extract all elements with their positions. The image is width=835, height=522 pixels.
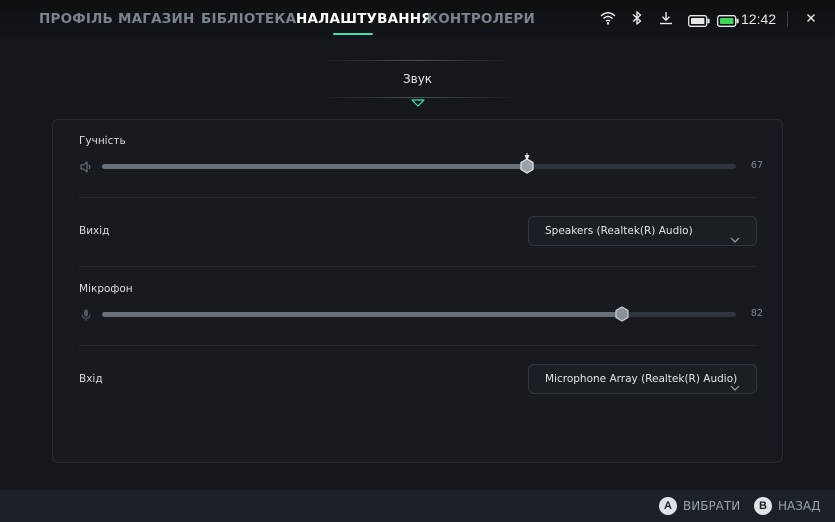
bottom-hint-bar: A ВИБРАТИ B НАЗАД [0,490,835,522]
volume-value: 67 [750,160,763,171]
tab-controllers[interactable]: КОНТРОЛЕРИ [427,11,535,27]
subtab-divider-top [318,60,518,61]
volume-slider[interactable] [102,153,736,174]
clock: 12:42 [741,11,777,27]
input-device-dropdown[interactable]: Microphone Array (Realtek(R) Audio) [528,364,757,394]
sound-settings-panel: Гучність 67 Вихід Speakers (Realtek(R) A… [52,119,783,463]
wifi-icon[interactable] [600,10,616,30]
volume-slider-fill [102,164,527,169]
tab-settings[interactable]: НАЛАШТУВАННЯ [296,11,432,27]
battery-charging-icon [717,12,739,31]
subtab-sound[interactable]: Звук [0,72,835,86]
divider [79,345,757,346]
battery-icon [688,12,710,31]
volume-label: Гучність [79,135,126,147]
subtab-active-marker-icon [411,92,425,111]
speaker-icon [79,159,93,178]
microphone-value: 82 [750,308,763,319]
close-icon[interactable] [803,10,819,30]
tab-profile[interactable]: ПРОФІЛЬ [39,11,113,27]
chevron-down-icon [730,228,740,247]
a-button-icon: A [659,497,677,515]
volume-slider-thumb[interactable] [519,158,535,174]
download-icon[interactable] [658,10,674,30]
output-device-dropdown[interactable]: Speakers (Realtek(R) Audio) [528,216,757,246]
top-bar: ПРОФІЛЬ МАГАЗИН БІБЛІОТЕКА НАЛАШТУВАННЯ … [0,0,835,38]
output-device-selected: Speakers (Realtek(R) Audio) [545,225,693,237]
b-button-icon: B [754,497,772,515]
back-hint[interactable]: B НАЗАД [754,497,824,515]
divider [787,11,788,27]
microphone-slider-thumb[interactable] [614,306,630,322]
input-label: Вхід [79,373,103,385]
output-label: Вихід [79,225,110,237]
microphone-slider-fill [102,312,622,317]
active-tab-indicator [333,33,373,35]
microphone-icon [79,307,93,326]
bluetooth-icon[interactable] [631,10,643,30]
select-label: ВИБРАТИ [683,499,741,513]
input-device-selected: Microphone Array (Realtek(R) Audio) [545,373,738,385]
divider [79,266,757,267]
microphone-label: Мікрофон [79,283,133,295]
divider [79,197,757,198]
tab-store[interactable]: МАГАЗИН [118,11,195,27]
select-hint[interactable]: A ВИБРАТИ [659,497,741,515]
tab-library[interactable]: БІБЛІОТЕКА [201,11,296,27]
back-label: НАЗАД [778,499,821,513]
chevron-down-icon [730,376,740,395]
microphone-slider[interactable] [102,306,736,322]
